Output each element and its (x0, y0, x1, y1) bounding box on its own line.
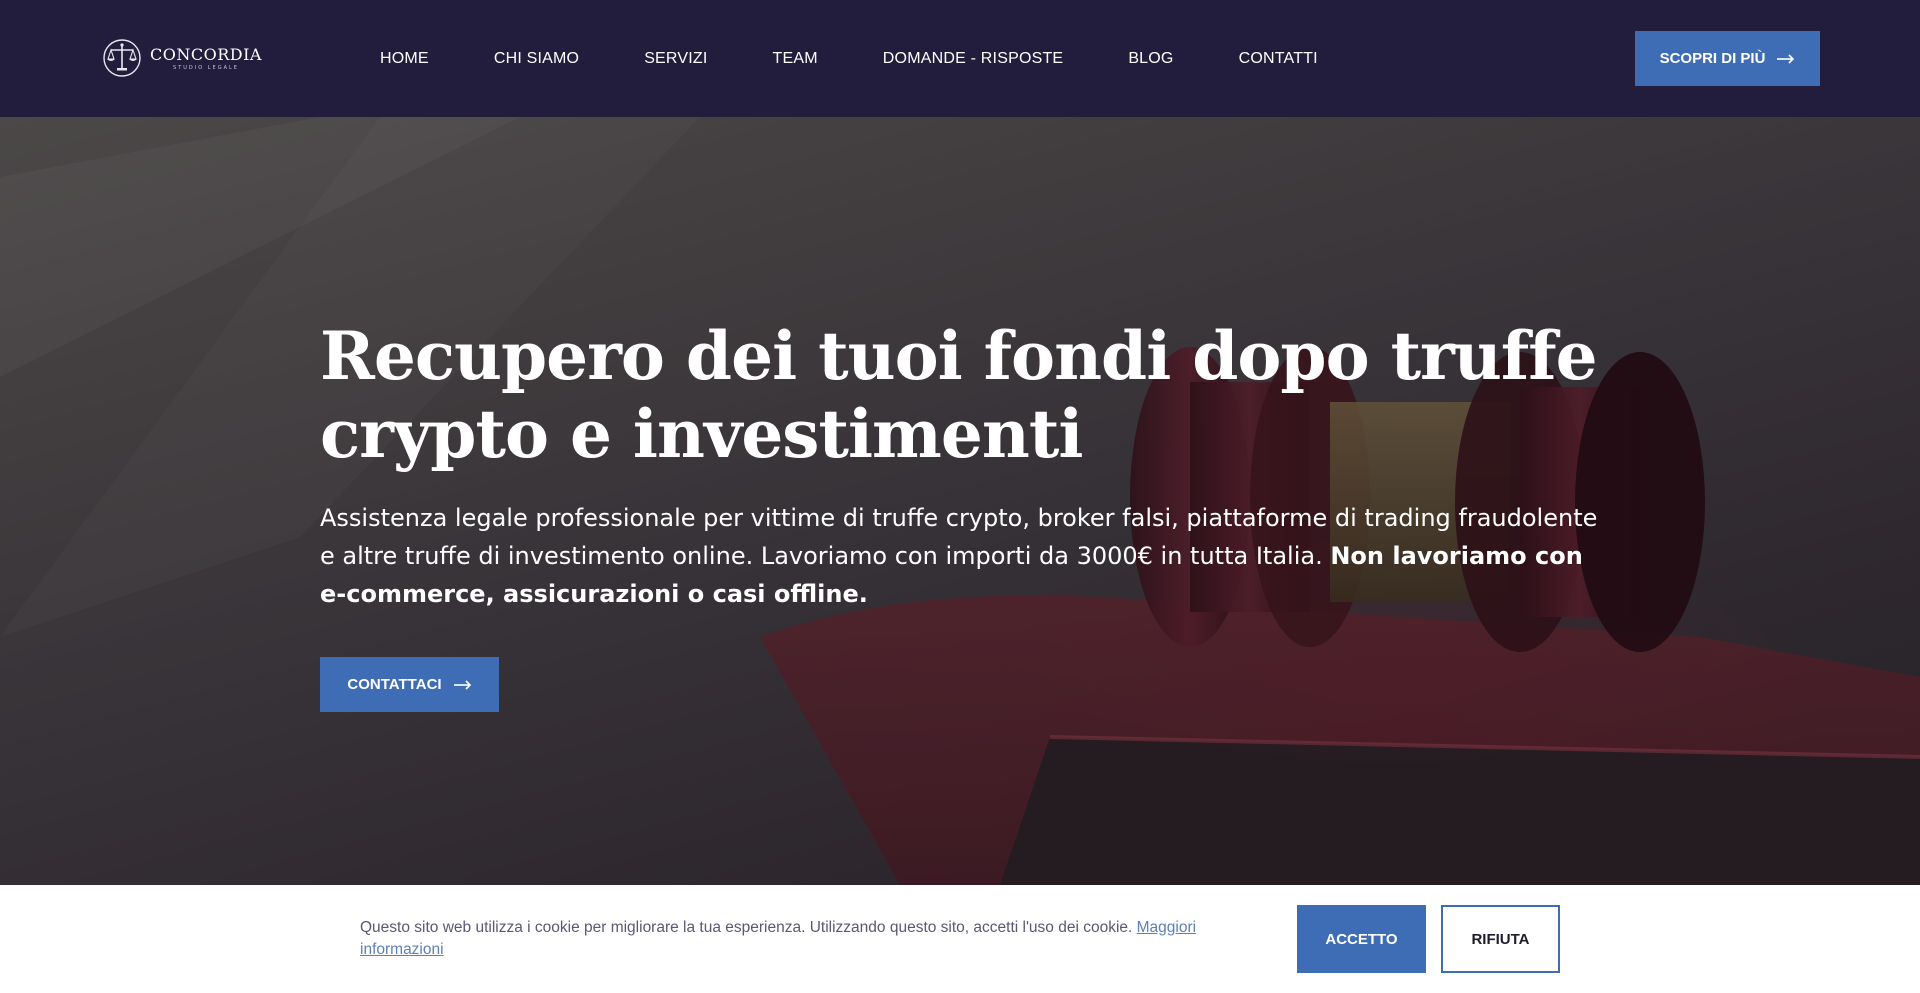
arrow-right-icon (1777, 53, 1795, 64)
nav-item-contatti[interactable]: CONTATTI (1239, 50, 1318, 68)
arrow-right-icon (453, 679, 471, 690)
scales-of-justice-icon (103, 39, 141, 77)
site-header: CONCORDIA STUDIO LEGALE HOME CHI SIAMO S… (0, 0, 1920, 117)
contattaci-label: CONTATTACI (347, 676, 442, 693)
hero-title: Recupero dei tuoi fondi dopo truffe cryp… (320, 317, 1598, 473)
contattaci-button[interactable]: CONTATTACI (320, 657, 499, 712)
scopri-di-piu-label: SCOPRI DI PIÙ (1659, 50, 1766, 67)
main-nav: HOME CHI SIAMO SERVIZI TEAM DOMANDE - RI… (380, 0, 1383, 117)
hero-description: Assistenza legale professionale per vitt… (320, 499, 1600, 613)
cookie-message: Questo sito web utilizza i cookie per mi… (360, 919, 1133, 936)
cookie-text: Questo sito web utilizza i cookie per mi… (360, 917, 1240, 961)
nav-item-team[interactable]: TEAM (773, 50, 818, 68)
nav-item-chi-siamo[interactable]: CHI SIAMO (494, 50, 579, 68)
logo-text: CONCORDIA STUDIO LEGALE (150, 44, 262, 71)
logo-subtitle: STUDIO LEGALE (173, 64, 239, 71)
hero-section: Recupero dei tuoi fondi dopo truffe cryp… (0, 117, 1920, 885)
nav-item-home[interactable]: HOME (380, 50, 429, 68)
logo-name: CONCORDIA (150, 44, 262, 64)
nav-item-blog[interactable]: BLOG (1128, 50, 1173, 68)
scopri-di-piu-button[interactable]: SCOPRI DI PIÙ (1635, 31, 1820, 86)
nav-item-domande-risposte[interactable]: DOMANDE - RISPOSTE (883, 50, 1064, 68)
nav-item-servizi[interactable]: SERVIZI (644, 50, 707, 68)
cookie-banner: Questo sito web utilizza i cookie per mi… (0, 885, 1920, 993)
logo[interactable]: CONCORDIA STUDIO LEGALE (100, 38, 262, 78)
reject-cookies-button[interactable]: RIFIUTA (1441, 905, 1560, 973)
accept-cookies-button[interactable]: ACCETTO (1297, 905, 1426, 973)
